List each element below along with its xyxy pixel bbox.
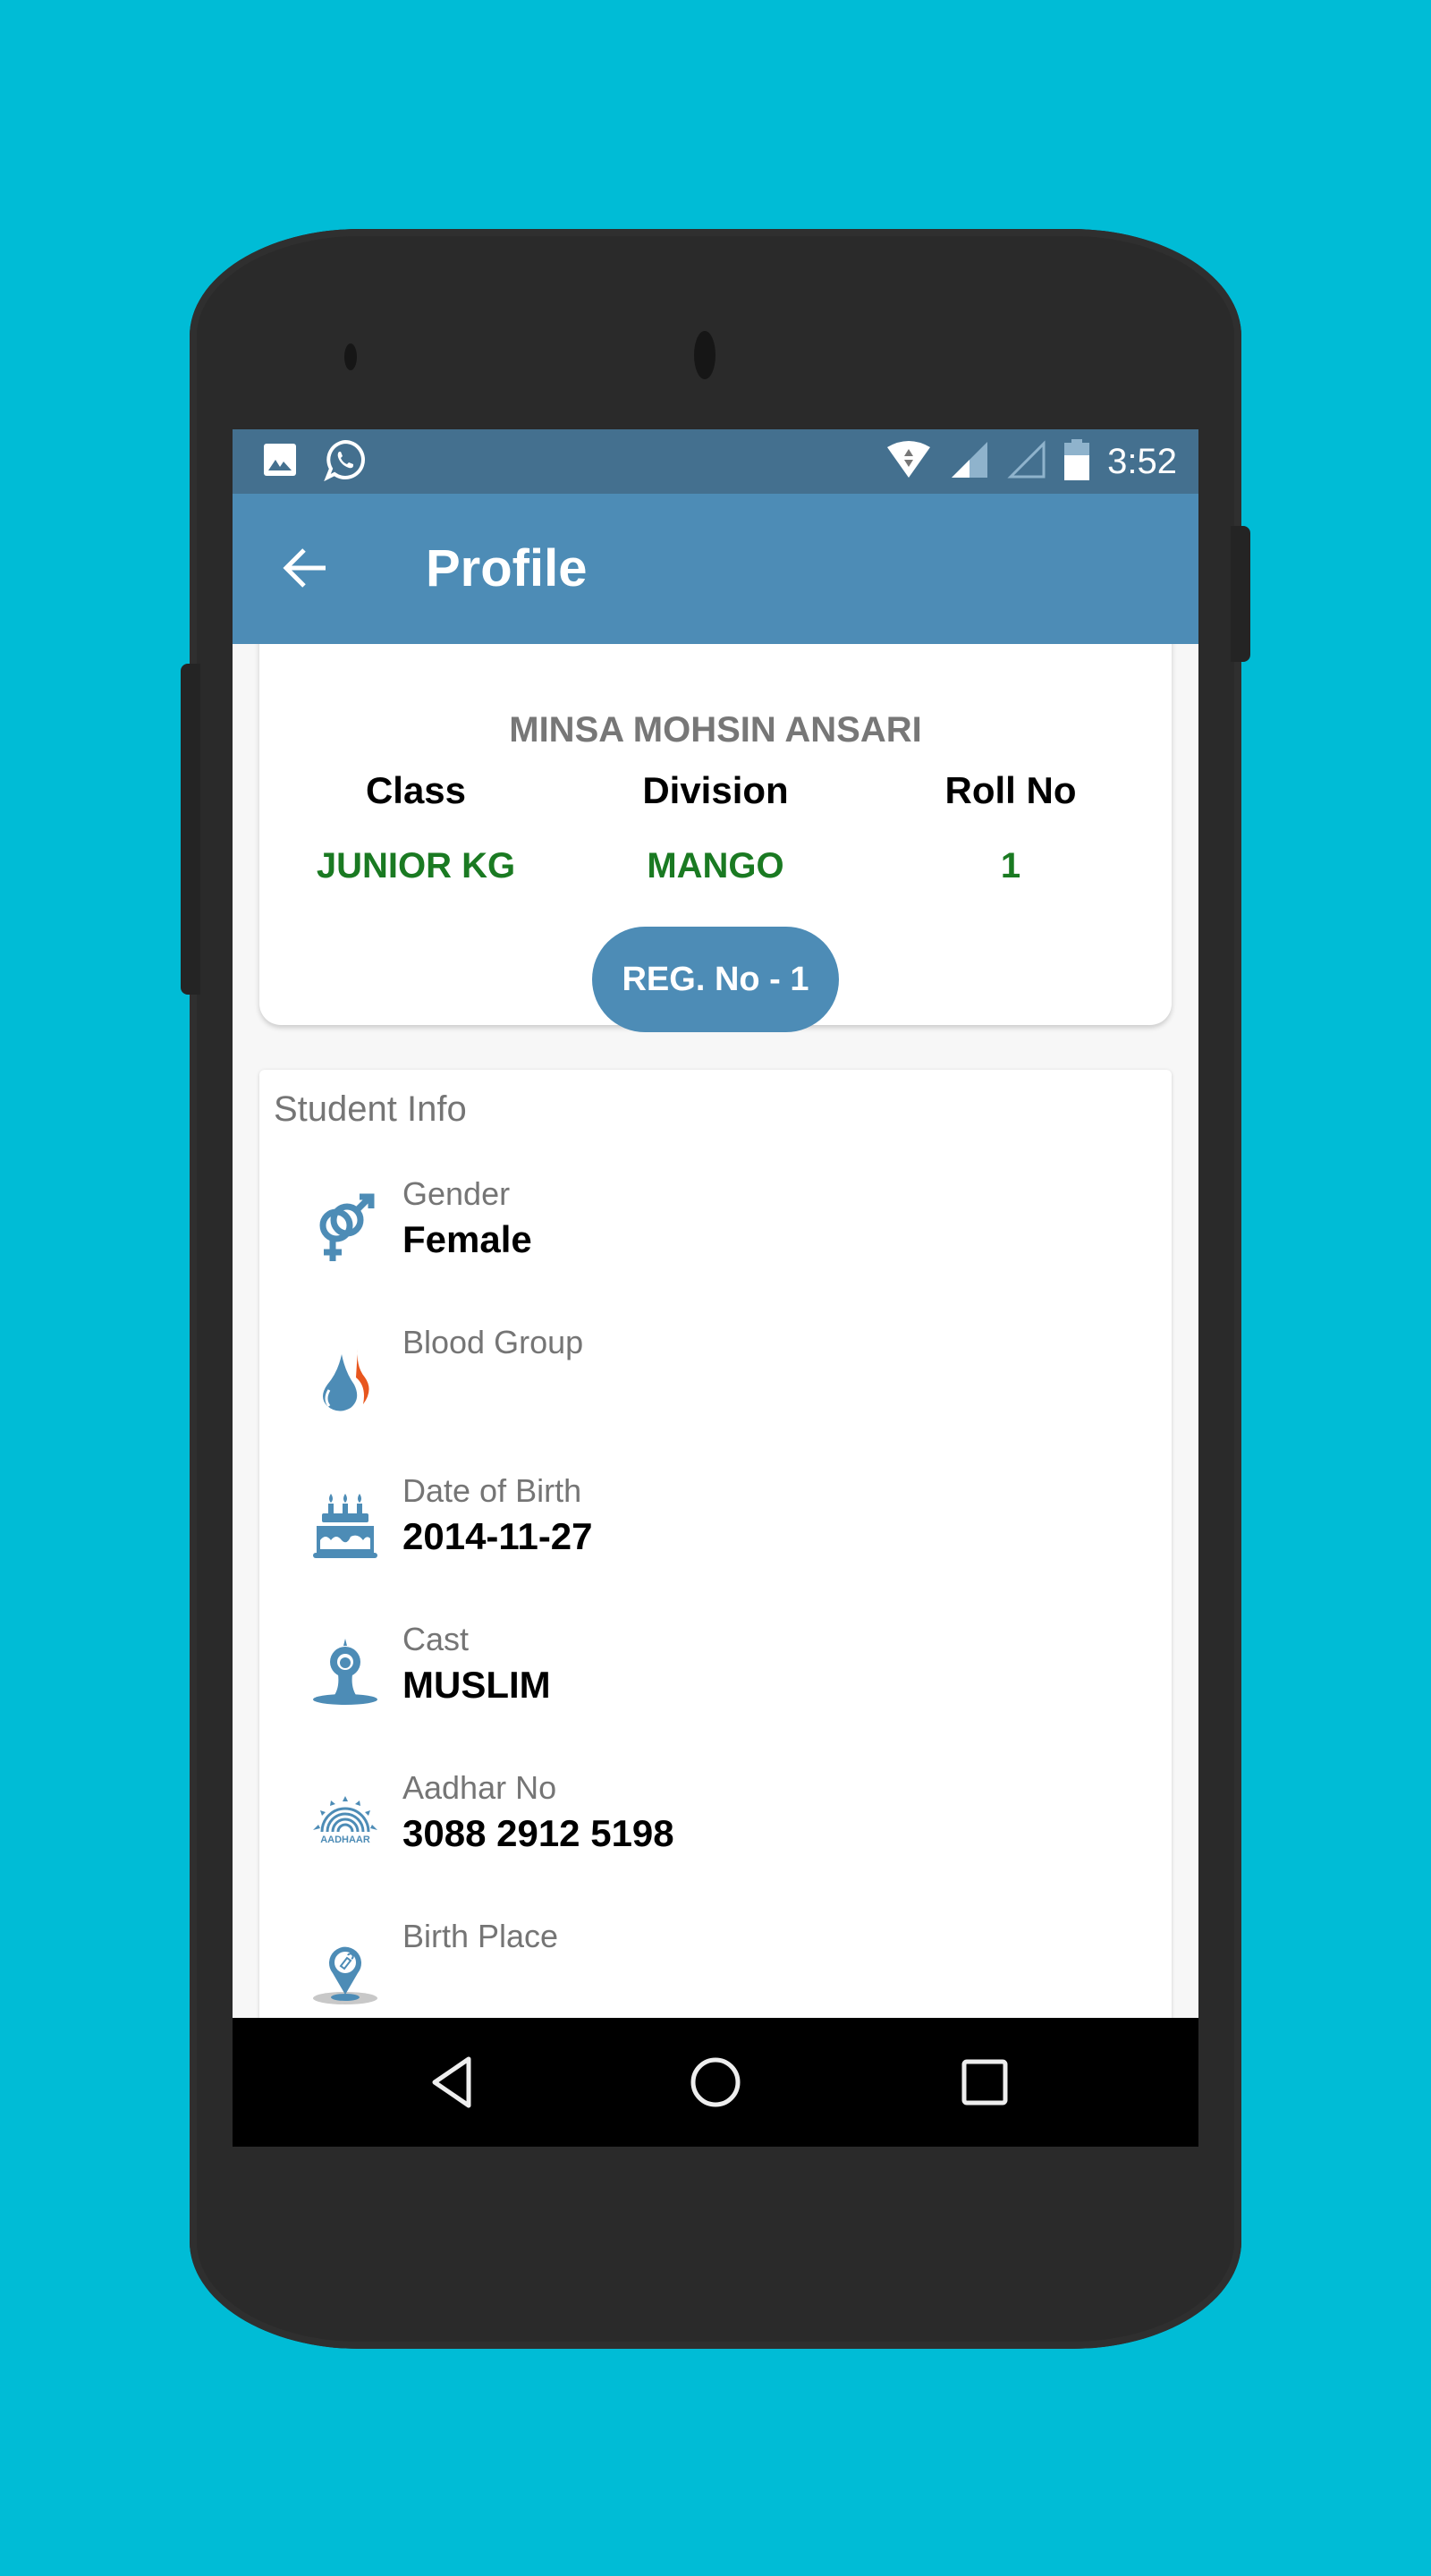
battery-icon: [1064, 438, 1090, 485]
aadhar-label: Aadhar No: [402, 1769, 557, 1806]
roll-column: Roll No 1: [863, 769, 1158, 886]
info-item-gender: Gender Female: [259, 1175, 1172, 1309]
info-item-blood-group: Blood Group: [259, 1324, 1172, 1458]
class-column: Class JUNIOR KG: [268, 769, 563, 886]
page-title: Profile: [426, 539, 588, 597]
roll-label: Roll No: [944, 769, 1077, 811]
dob-label: Date of Birth: [402, 1472, 582, 1509]
student-name: MINSA MOHSIN ANSARI: [509, 710, 922, 750]
gender-value: Female: [402, 1218, 532, 1260]
gender-icon: [311, 1193, 379, 1265]
student-info-title: Student Info: [274, 1089, 467, 1129]
power-button: [1231, 526, 1250, 662]
class-label: Class: [365, 769, 467, 811]
arrow-left-icon: [281, 547, 327, 592]
division-column: Division MANGO: [568, 769, 863, 886]
cast-label: Cast: [402, 1621, 470, 1657]
image-notification-icon: [263, 442, 297, 482]
back-triangle-icon: [429, 2055, 474, 2112]
signal-empty-icon: [1007, 439, 1046, 484]
status-bar: 3:52: [233, 429, 1198, 494]
gender-label: Gender: [402, 1175, 511, 1212]
recents-square-icon: [960, 2057, 1010, 2110]
birthday-cake-icon: [311, 1490, 379, 1562]
status-time: 3:52: [1107, 441, 1177, 481]
student-info-card: Student Info Gender Female Blood Group D…: [259, 1070, 1172, 2018]
front-camera: [694, 331, 716, 379]
aadhaar-icon-text: AADHAAR: [320, 1835, 370, 1845]
info-item-aadhar: AADHAAR Aadhar No 3088 2912 5198: [259, 1769, 1172, 1903]
blood-drop-icon: [311, 1342, 379, 1413]
home-circle-icon: [689, 2055, 742, 2112]
navigation-bar: [233, 2018, 1198, 2147]
blood-group-label: Blood Group: [402, 1324, 584, 1360]
volume-button: [181, 664, 200, 995]
app-bar: Profile: [233, 494, 1198, 644]
wifi-icon: [885, 440, 932, 484]
location-pin-icon: [311, 1936, 379, 2007]
aadhaar-icon: AADHAAR: [311, 1787, 379, 1859]
whatsapp-icon: [324, 438, 367, 486]
dob-value: 2014-11-27: [402, 1515, 593, 1557]
division-value: MANGO: [647, 846, 784, 886]
roll-value: 1: [1000, 846, 1021, 886]
nav-back-button[interactable]: [420, 2052, 483, 2114]
proximity-sensor: [344, 343, 357, 370]
cast-value: MUSLIM: [402, 1664, 551, 1706]
class-value: JUNIOR KG: [316, 846, 516, 886]
aadhar-value: 3088 2912 5198: [402, 1812, 674, 1854]
student-header-card: MINSA MOHSIN ANSARI Class JUNIOR KG Divi…: [259, 644, 1172, 1032]
birth-place-label: Birth Place: [402, 1918, 559, 1954]
reg-number-button[interactable]: REG. No - 1: [592, 927, 839, 1032]
nav-recents-button[interactable]: [953, 2052, 1016, 2114]
info-item-birth-place: Birth Place: [259, 1918, 1172, 2018]
screen: 3:52 Profile MINSA MOHSIN ANSARI Class J…: [233, 429, 1198, 2147]
scroll-content[interactable]: MINSA MOHSIN ANSARI Class JUNIOR KG Divi…: [233, 644, 1198, 2018]
back-button[interactable]: [277, 542, 331, 596]
signal-icon: [950, 440, 989, 484]
info-item-dob: Date of Birth 2014-11-27: [259, 1472, 1172, 1606]
meditation-icon: [311, 1639, 379, 1710]
division-label: Division: [642, 769, 789, 811]
nav-home-button[interactable]: [684, 2052, 747, 2114]
info-item-cast: Cast MUSLIM: [259, 1621, 1172, 1755]
